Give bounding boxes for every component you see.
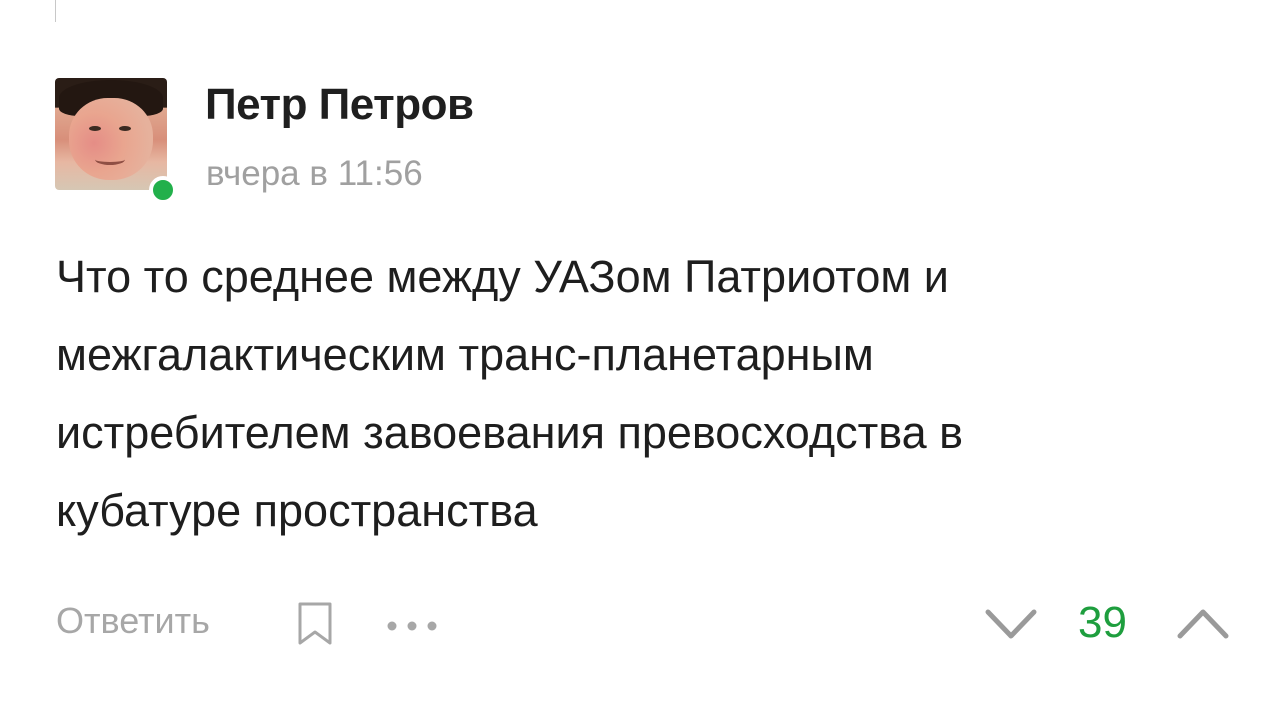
chevron-up-icon[interactable]: [1176, 604, 1230, 644]
comment-score: 39: [1078, 598, 1127, 647]
bookmark-icon[interactable]: [297, 602, 333, 646]
author-name[interactable]: Петр Петров: [205, 80, 474, 130]
comment-text-line: истребителем завоевания превосходства в: [56, 407, 964, 458]
avatar[interactable]: [55, 78, 167, 190]
comment-text-line: Что то среднее между УАЗом Патриотом и: [56, 251, 949, 302]
comment-text: Что то среднее между УАЗом Патриотом и м…: [56, 238, 1236, 550]
comment-text-line: кубатуре пространства: [56, 485, 538, 536]
online-status-indicator: [149, 176, 177, 204]
avatar-eye-left: [89, 126, 101, 131]
avatar-eye-right: [119, 126, 131, 131]
avatar-mouth: [95, 154, 125, 165]
comment-text-line: межгалактическим транс-планетарным: [56, 329, 874, 380]
avatar-face: [69, 98, 153, 180]
thread-line: [55, 0, 56, 22]
comment-timestamp[interactable]: вчера в 11:56: [206, 154, 423, 194]
chevron-down-icon[interactable]: [984, 604, 1038, 644]
more-dots-icon[interactable]: [384, 614, 440, 638]
reply-button[interactable]: Ответить: [56, 600, 210, 642]
